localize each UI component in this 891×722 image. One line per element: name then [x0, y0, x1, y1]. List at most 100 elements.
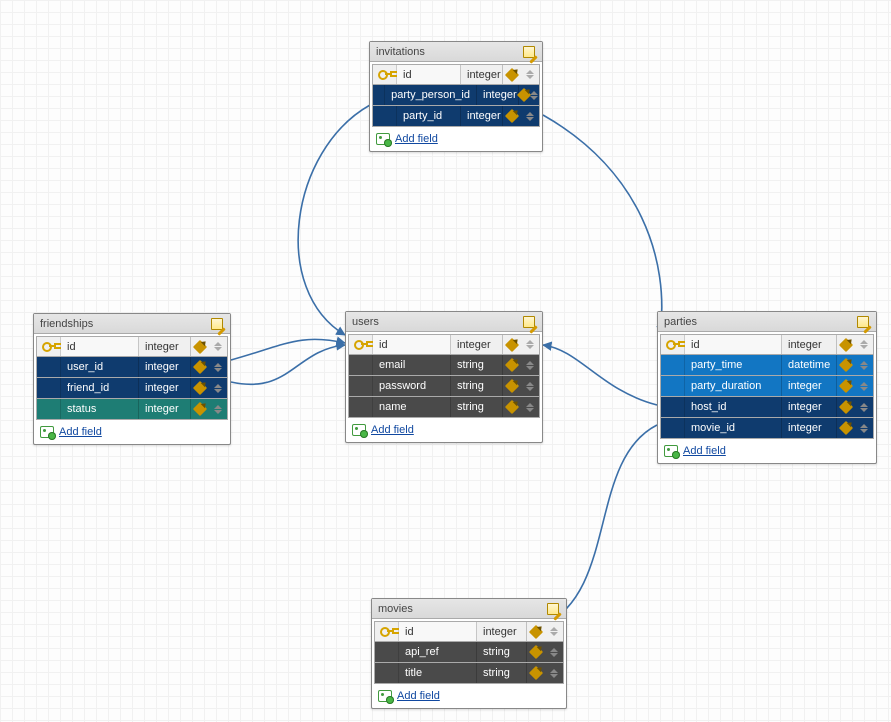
reorder-column-icon[interactable]	[855, 376, 873, 396]
reorder-column-icon[interactable]	[855, 335, 873, 354]
edit-table-icon[interactable]	[856, 315, 870, 329]
column-row[interactable]: idinteger	[372, 64, 540, 85]
reorder-column-icon[interactable]	[521, 397, 539, 417]
column-row[interactable]: idinteger	[348, 334, 540, 355]
edit-column-icon[interactable]	[837, 418, 855, 438]
column-row[interactable]: party_timedatetime	[660, 355, 874, 376]
column-row[interactable]: host_idinteger	[660, 397, 874, 418]
relationship-connector[interactable]	[231, 339, 345, 360]
column-row[interactable]: movie_idinteger	[660, 418, 874, 439]
reorder-column-icon[interactable]	[545, 642, 563, 662]
edit-column-icon[interactable]	[191, 378, 209, 398]
add-field-link[interactable]: Add field	[397, 690, 440, 702]
table-friendships[interactable]: friendships idintegeruser_idintegerfrien…	[33, 313, 231, 445]
reorder-column-icon[interactable]	[209, 357, 227, 377]
edit-table-icon[interactable]	[522, 45, 536, 59]
table-parties[interactable]: parties idintegerparty_timedatetimeparty…	[657, 311, 877, 464]
reorder-column-icon[interactable]	[521, 355, 539, 375]
edit-column-icon[interactable]	[519, 85, 529, 105]
reorder-column-icon[interactable]	[545, 663, 563, 683]
reorder-column-icon[interactable]	[545, 622, 563, 641]
reorder-column-icon[interactable]	[521, 65, 539, 84]
table-header[interactable]: parties	[658, 312, 876, 332]
column-row[interactable]: party_durationinteger	[660, 376, 874, 397]
column-type: integer	[139, 357, 191, 377]
table-header[interactable]: friendships	[34, 314, 230, 334]
column-name: user_id	[61, 357, 139, 377]
add-field-row[interactable]: Add field	[372, 686, 566, 708]
add-field-link[interactable]: Add field	[371, 424, 414, 436]
column-name: party_time	[685, 355, 782, 375]
column-row[interactable]: namestring	[348, 397, 540, 418]
column-row[interactable]: friend_idinteger	[36, 378, 228, 399]
add-field-row[interactable]: Add field	[34, 422, 230, 444]
edit-column-icon[interactable]	[503, 397, 521, 417]
edit-column-icon[interactable]	[837, 376, 855, 396]
column-row[interactable]: party_idinteger	[372, 106, 540, 127]
column-type: integer	[461, 106, 503, 126]
edit-column-icon[interactable]	[503, 106, 521, 126]
edit-table-icon[interactable]	[210, 317, 224, 331]
edit-table-icon[interactable]	[546, 602, 560, 616]
reorder-column-icon[interactable]	[209, 378, 227, 398]
table-title: users	[352, 316, 379, 328]
add-field-link[interactable]: Add field	[683, 445, 726, 457]
add-field-row[interactable]: Add field	[370, 129, 542, 151]
edit-column-icon[interactable]	[527, 642, 545, 662]
add-field-row[interactable]: Add field	[658, 441, 876, 463]
column-row[interactable]: idinteger	[660, 334, 874, 355]
edit-column-icon[interactable]	[503, 355, 521, 375]
column-row[interactable]: passwordstring	[348, 376, 540, 397]
column-type: string	[477, 642, 527, 662]
column-icon	[375, 642, 399, 662]
relationship-connector[interactable]	[544, 425, 657, 625]
column-type: integer	[461, 65, 503, 84]
reorder-column-icon[interactable]	[209, 337, 227, 356]
edit-column-icon[interactable]	[503, 335, 521, 354]
relationship-connector[interactable]	[543, 115, 662, 335]
table-movies[interactable]: movies idintegerapi_refstringtitlestring…	[371, 598, 567, 709]
edit-column-icon[interactable]	[191, 357, 209, 377]
relationship-connector[interactable]	[231, 345, 345, 384]
column-name: party_person_id	[385, 85, 477, 105]
column-row[interactable]: titlestring	[374, 663, 564, 684]
column-row[interactable]: idinteger	[374, 621, 564, 642]
table-header[interactable]: users	[346, 312, 542, 332]
edit-column-icon[interactable]	[837, 335, 855, 354]
add-field-link[interactable]: Add field	[395, 133, 438, 145]
column-row[interactable]: statusinteger	[36, 399, 228, 420]
table-users[interactable]: users idintegeremailstringpasswordstring…	[345, 311, 543, 443]
reorder-column-icon[interactable]	[209, 399, 227, 419]
column-name: id	[399, 622, 477, 641]
table-invitations[interactable]: invitations idintegerparty_person_idinte…	[369, 41, 543, 152]
table-header[interactable]: movies	[372, 599, 566, 619]
relationship-connector[interactable]	[543, 345, 657, 405]
add-field-row[interactable]: Add field	[346, 420, 542, 442]
reorder-column-icon[interactable]	[521, 335, 539, 354]
reorder-column-icon[interactable]	[855, 355, 873, 375]
reorder-column-icon[interactable]	[521, 106, 539, 126]
edit-column-icon[interactable]	[191, 337, 209, 356]
edit-column-icon[interactable]	[837, 397, 855, 417]
column-row[interactable]: idinteger	[36, 336, 228, 357]
edit-column-icon[interactable]	[527, 663, 545, 683]
relationship-connector[interactable]	[298, 105, 370, 335]
column-row[interactable]: party_person_idinteger	[372, 85, 540, 106]
column-row[interactable]: emailstring	[348, 355, 540, 376]
table-header[interactable]: invitations	[370, 42, 542, 62]
edit-column-icon[interactable]	[503, 65, 521, 84]
reorder-column-icon[interactable]	[855, 418, 873, 438]
column-type: integer	[139, 378, 191, 398]
column-row[interactable]: user_idinteger	[36, 357, 228, 378]
column-row[interactable]: api_refstring	[374, 642, 564, 663]
column-type: integer	[139, 337, 191, 356]
edit-table-icon[interactable]	[522, 315, 536, 329]
reorder-column-icon[interactable]	[521, 376, 539, 396]
edit-column-icon[interactable]	[837, 355, 855, 375]
column-icon	[661, 355, 685, 375]
edit-column-icon[interactable]	[503, 376, 521, 396]
add-field-link[interactable]: Add field	[59, 426, 102, 438]
reorder-column-icon[interactable]	[855, 397, 873, 417]
edit-column-icon[interactable]	[191, 399, 209, 419]
edit-column-icon[interactable]	[527, 622, 545, 641]
